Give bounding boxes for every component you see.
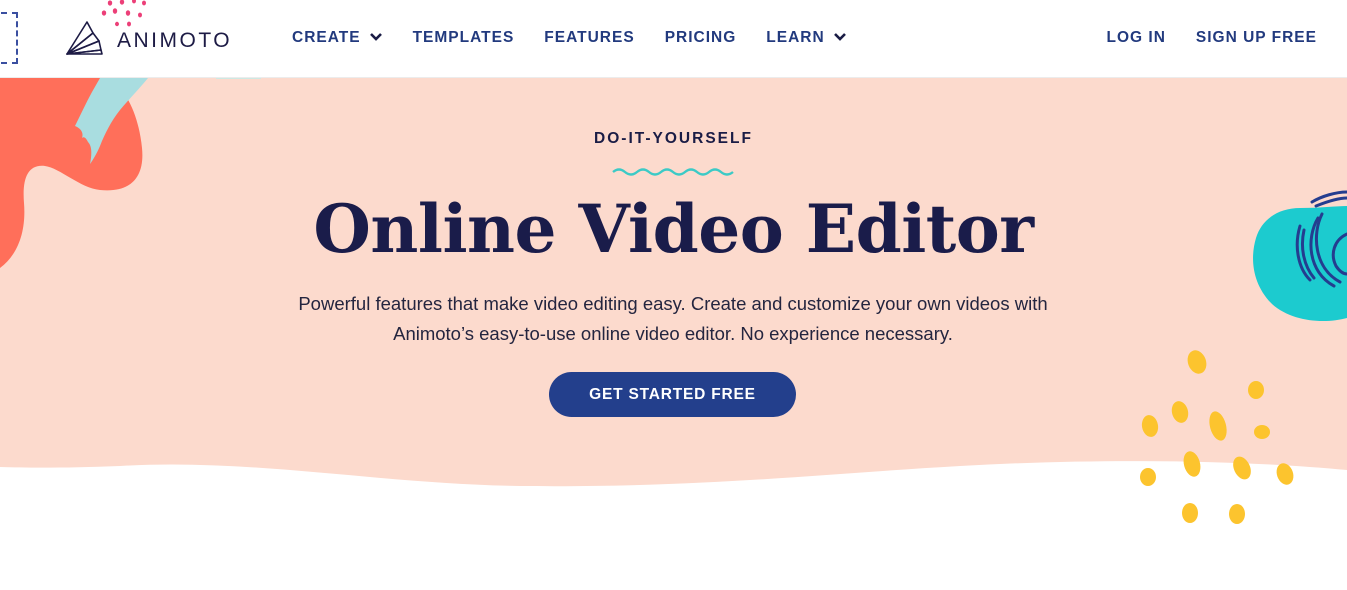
- hero-section: DO-IT-YOURSELF Online Video Editor Power…: [0, 78, 1347, 508]
- nav-features-label: FEATURES: [544, 29, 635, 46]
- get-started-free-button[interactable]: GET STARTED FREE: [549, 372, 796, 417]
- dashed-frame-decoration: [0, 12, 18, 64]
- chevron-down-icon: [833, 29, 847, 47]
- logo-wordmark: ANIMOTO: [117, 29, 233, 52]
- nav-features[interactable]: FEATURES: [544, 29, 634, 47]
- nav-pricing-label: PRICING: [664, 29, 737, 46]
- account-nav: LOG IN SIGN UP FREE: [1077, 29, 1318, 47]
- hero-subtitle-line-1: Powerful features that make video editin…: [298, 293, 1048, 314]
- fan-logo-icon: [66, 21, 103, 55]
- nav-learn[interactable]: LEARN: [766, 29, 846, 47]
- chevron-down-icon: [369, 29, 383, 47]
- main-nav: CREATE TEMPLATES FEATURES PRICING LEARN: [292, 29, 877, 47]
- squiggle-underline-icon: [612, 168, 734, 176]
- log-in-link[interactable]: LOG IN: [1107, 29, 1166, 47]
- page-title: Online Video Editor: [313, 190, 1034, 268]
- hero-eyebrow: DO-IT-YOURSELF: [594, 130, 753, 147]
- animoto-logo[interactable]: ANIMOTO: [65, 18, 232, 58]
- sign-up-free-link[interactable]: SIGN UP FREE: [1196, 29, 1317, 47]
- hero-subtitle-line-2: Animoto’s easy-to-use online video edito…: [393, 323, 953, 344]
- hero-subtitle: Powerful features that make video editin…: [223, 289, 1123, 349]
- nav-pricing[interactable]: PRICING: [665, 29, 737, 47]
- nav-create[interactable]: CREATE: [292, 29, 383, 47]
- nav-learn-label: LEARN: [766, 29, 825, 46]
- site-header: ANIMOTO CREATE TEMPLATES FEATURES PRICIN…: [0, 0, 1347, 78]
- nav-templates-label: TEMPLATES: [412, 29, 515, 46]
- nav-templates[interactable]: TEMPLATES: [413, 29, 515, 47]
- nav-create-label: CREATE: [292, 29, 361, 46]
